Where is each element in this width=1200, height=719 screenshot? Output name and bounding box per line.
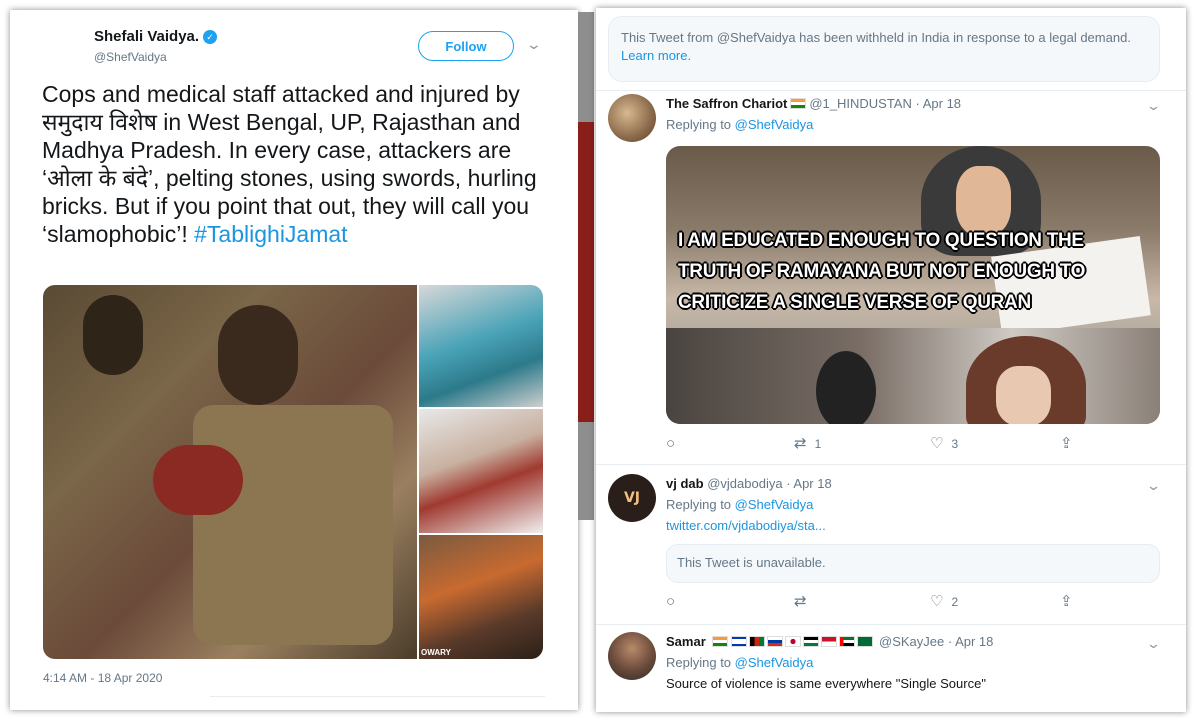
share-button[interactable]: ⇪ <box>1060 436 1073 452</box>
reply-author-name[interactable]: Samar <box>666 634 706 649</box>
india-flag-icon <box>712 636 729 647</box>
divider <box>596 624 1186 625</box>
chevron-down-icon[interactable]: ⌄ <box>1146 478 1161 494</box>
japan-flag-icon <box>785 636 802 647</box>
retweet-icon: ⇄ <box>794 593 807 610</box>
withheld-notice: This Tweet from @ShefVaidya has been wit… <box>608 16 1160 82</box>
divider <box>210 696 545 697</box>
tweet-timestamp[interactable]: 4:14 AM - 18 Apr 2020 <box>43 671 162 685</box>
replying-label: Replying to <box>666 655 735 670</box>
avatar[interactable] <box>608 632 656 680</box>
like-icon: ♡ <box>930 435 944 452</box>
afghanistan-flag-icon <box>749 636 766 647</box>
reply-author-handle[interactable]: @vjdabodiya <box>707 476 782 491</box>
retweet-button[interactable]: ⇄ 1 <box>794 436 821 452</box>
replying-label: Replying to <box>666 117 735 132</box>
tweet-image-4[interactable]: OWARY <box>419 535 543 659</box>
replying-label: Replying to <box>666 497 735 512</box>
chevron-down-icon[interactable]: ⌄ <box>1146 636 1161 652</box>
reply-header: Samar @SKayJee · Apr 18 <box>666 634 993 649</box>
replying-to: Replying to @ShefVaidya <box>666 117 813 132</box>
russia-flag-icon <box>767 636 784 647</box>
author-handle[interactable]: @ShefVaidya <box>94 50 167 64</box>
follow-button[interactable]: Follow <box>418 31 514 61</box>
like-count: 3 <box>951 437 959 451</box>
meme-text-line: I AM EDUCATED ENOUGH TO QUESTION THE <box>678 230 1084 251</box>
replying-to-link[interactable]: @ShefVaidya <box>735 117 814 132</box>
avatar[interactable] <box>608 94 656 142</box>
indonesia-flag-icon <box>821 636 838 647</box>
reply-button[interactable]: ○ <box>666 594 675 610</box>
retweet-icon: ⇄ <box>794 435 807 452</box>
author-name[interactable]: Shefali Vaidya. ✓ <box>94 28 218 45</box>
quoted-tweet-unavailable: This Tweet is unavailable. <box>666 544 1160 583</box>
replying-to-link[interactable]: @ShefVaidya <box>735 497 814 512</box>
learn-more-link[interactable]: Learn more. <box>621 48 691 63</box>
reply-author-handle[interactable]: @SKayJee <box>879 634 944 649</box>
replying-to: Replying to @ShefVaidya <box>666 655 813 670</box>
image-caption: OWARY <box>421 648 451 657</box>
saudi-flag-icon <box>857 636 874 647</box>
reply-header: The Saffron Chariot @1_HINDUSTAN · Apr 18 <box>666 96 961 111</box>
retweet-button[interactable]: ⇄ <box>794 594 815 610</box>
chevron-down-icon[interactable]: ⌄ <box>1146 98 1161 114</box>
reply-header: vj dab @vjdabodiya · Apr 18 <box>666 476 832 491</box>
meme-text-line: TRUTH OF RAMAYANA BUT NOT ENOUGH TO <box>678 261 1086 282</box>
israel-flag-icon <box>731 636 748 647</box>
reply-button[interactable]: ○ <box>666 436 675 452</box>
like-button[interactable]: ♡ 3 <box>930 436 958 452</box>
reply-author-name[interactable]: vj dab <box>666 476 704 491</box>
retweet-count: 1 <box>814 437 822 451</box>
meme-text-line: CRITICIZE A SINGLE VERSE OF QURAN <box>678 292 1031 313</box>
tweet-text: Cops and medical staff attacked and inju… <box>42 80 542 248</box>
divider <box>596 464 1186 465</box>
divider <box>596 90 1186 91</box>
withheld-text: This Tweet from @ShefVaidya has been wit… <box>621 30 1131 45</box>
like-icon: ♡ <box>930 593 944 610</box>
reply-icon: ○ <box>666 593 676 610</box>
palestine-flag-icon <box>803 636 820 647</box>
main-tweet-card: Shefali Vaidya. ✓ @ShefVaidya Follow ⌄ Co… <box>10 10 578 710</box>
chevron-down-icon[interactable]: ⌄ <box>526 36 542 53</box>
hashtag-link[interactable]: #TablighiJamat <box>194 221 347 247</box>
share-icon: ⇪ <box>1060 593 1073 610</box>
author-name-text[interactable]: Shefali Vaidya. <box>94 28 199 45</box>
reply-image[interactable]: I AM EDUCATED ENOUGH TO QUESTION THE TRU… <box>666 146 1160 424</box>
background-strip <box>578 12 594 520</box>
reply-date[interactable]: · Apr 18 <box>786 476 832 491</box>
replying-to: Replying to @ShefVaidya <box>666 497 813 512</box>
reply-author-handle[interactable]: @1_HINDUSTAN <box>809 96 912 111</box>
tweet-image-main[interactable] <box>43 285 417 659</box>
uae-flag-icon <box>839 636 856 647</box>
avatar[interactable]: VJ DAB <box>608 474 656 522</box>
like-button[interactable]: ♡ 2 <box>930 594 958 610</box>
tweet-link[interactable]: twitter.com/vjdabodiya/sta... <box>666 518 826 533</box>
india-flag-icon <box>790 98 807 109</box>
tweet-actions: ○ ⇄ 1 ♡ 3 ⇪ <box>666 436 1146 456</box>
verified-icon: ✓ <box>203 30 218 44</box>
share-button[interactable]: ⇪ <box>1060 594 1073 610</box>
like-count: 2 <box>951 595 959 609</box>
reply-date[interactable]: · Apr 18 <box>948 634 994 649</box>
replying-to-link[interactable]: @ShefVaidya <box>735 655 814 670</box>
share-icon: ⇪ <box>1060 435 1073 452</box>
tweet-actions: ○ ⇄ ♡ 2 ⇪ <box>666 594 1146 614</box>
replies-panel: This Tweet from @ShefVaidya has been wit… <box>596 8 1186 712</box>
reply-text: Source of violence is same everywhere "S… <box>666 676 986 691</box>
tweet-media-grid: OWARY <box>43 285 543 659</box>
reply-author-name[interactable]: The Saffron Chariot <box>666 96 787 111</box>
tweet-image-3[interactable] <box>419 409 543 533</box>
tweet-image-2[interactable] <box>419 285 543 407</box>
reply-date[interactable]: · Apr 18 <box>916 96 962 111</box>
reply-icon: ○ <box>666 435 676 452</box>
